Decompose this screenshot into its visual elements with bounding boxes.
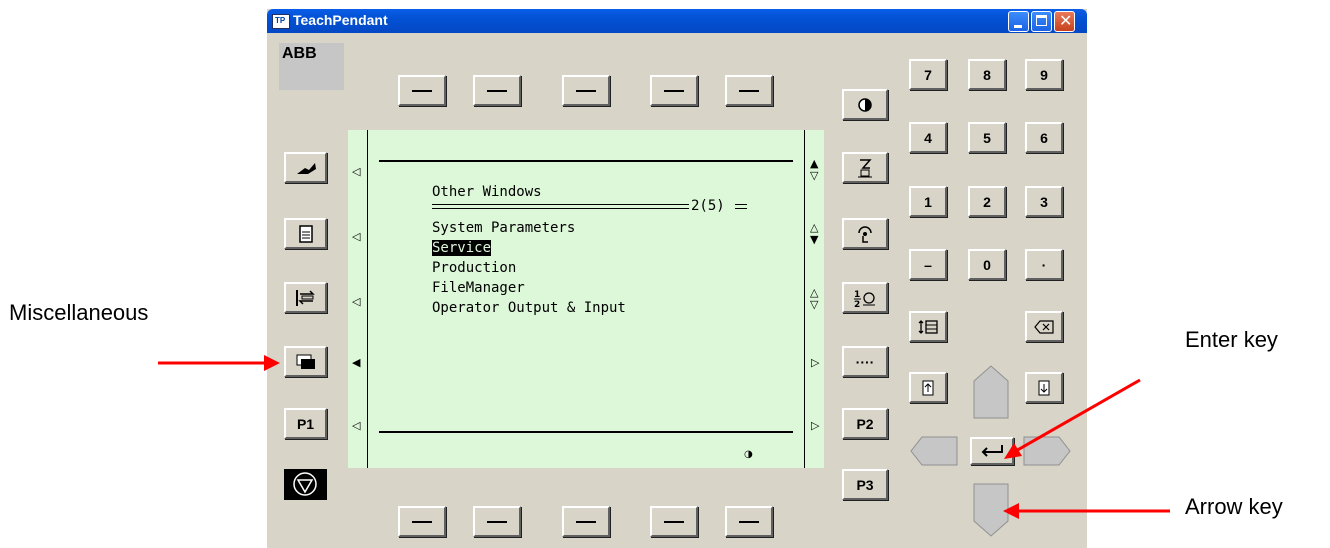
enter-key-arrow <box>1004 378 1141 459</box>
annotation-overlay <box>158 355 1170 519</box>
arrow-key-arrow <box>1003 503 1170 519</box>
misc-arrow <box>158 355 280 371</box>
